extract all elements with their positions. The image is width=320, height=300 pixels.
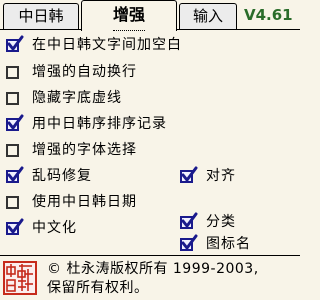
option-icon-name-checkbox[interactable] bbox=[180, 234, 198, 251]
checkmark-icon bbox=[7, 114, 24, 129]
option-cjk-sort[interactable]: 用中日韩序排序记录 bbox=[6, 113, 167, 135]
option-font-select-checkbox[interactable] bbox=[6, 143, 19, 157]
checkmark-icon bbox=[7, 35, 24, 50]
option-chinese-localize[interactable]: 中文化 bbox=[6, 217, 77, 239]
footer-divider bbox=[0, 255, 300, 256]
tab-cjk[interactable]: 中日韩 bbox=[3, 3, 79, 29]
enhance-settings-panel: 中日韩 增强 输入 V4.61 在中日韩文字间加空白 增强的自动换行 隐藏字底虚… bbox=[0, 0, 300, 300]
checkmark-icon bbox=[7, 218, 24, 233]
option-icon-name-label: 图标名 bbox=[206, 236, 251, 252]
option-align[interactable]: 对齐 bbox=[180, 165, 236, 187]
checkmark-icon bbox=[181, 234, 198, 249]
option-chinese-localize-checkbox[interactable] bbox=[6, 218, 24, 235]
option-auto-wrap-label: 增强的自动换行 bbox=[32, 64, 137, 80]
seal-logo-graphic bbox=[6, 264, 33, 292]
option-font-select[interactable]: 增强的字体选择 bbox=[6, 139, 137, 161]
version-label: V4.61 bbox=[244, 6, 293, 24]
option-chinese-localize-label: 中文化 bbox=[32, 220, 77, 236]
checkmark-icon bbox=[181, 212, 198, 227]
option-cjk-spacing[interactable]: 在中日韩文字间加空白 bbox=[6, 34, 182, 56]
checkmark-icon bbox=[181, 166, 198, 181]
option-garble-fix[interactable]: 乱码修复 bbox=[6, 165, 92, 187]
checkmark-icon bbox=[7, 166, 24, 181]
option-cjk-spacing-checkbox[interactable] bbox=[6, 35, 24, 52]
tab-input[interactable]: 输入 bbox=[179, 3, 237, 29]
tab-input-label: 输入 bbox=[192, 7, 223, 25]
option-garble-fix-label: 乱码修复 bbox=[32, 168, 92, 184]
option-font-select-label: 增强的字体选择 bbox=[32, 142, 137, 158]
option-auto-wrap[interactable]: 增强的自动换行 bbox=[6, 61, 137, 83]
seal-logo-icon bbox=[3, 261, 37, 295]
option-cjk-date-checkbox[interactable] bbox=[6, 195, 19, 209]
copyright-notice: © 杜永涛版权所有 1999-2003, 保留所有权利。 bbox=[47, 260, 299, 298]
copyright-line-2: 保留所有权利。 bbox=[47, 280, 149, 296]
option-align-label: 对齐 bbox=[206, 168, 236, 184]
option-cjk-sort-checkbox[interactable] bbox=[6, 114, 24, 131]
option-category[interactable]: 分类 bbox=[180, 211, 236, 233]
option-garble-fix-checkbox[interactable] bbox=[6, 166, 24, 183]
option-align-checkbox[interactable] bbox=[180, 166, 198, 183]
option-category-checkbox[interactable] bbox=[180, 212, 198, 229]
option-category-label: 分类 bbox=[206, 214, 236, 230]
option-auto-wrap-checkbox[interactable] bbox=[6, 65, 19, 79]
tab-enhance[interactable]: 增强 bbox=[81, 0, 177, 31]
tab-bar: 中日韩 增强 输入 V4.61 bbox=[0, 0, 300, 31]
option-hide-underline-label: 隐藏字底虚线 bbox=[32, 90, 122, 106]
option-cjk-spacing-label: 在中日韩文字间加空白 bbox=[32, 37, 182, 53]
copyright-line-1: © 杜永涛版权所有 1999-2003, bbox=[47, 261, 259, 277]
tab-enhance-label: 增强 bbox=[112, 1, 145, 31]
option-cjk-sort-label: 用中日韩序排序记录 bbox=[32, 116, 167, 132]
tab-cjk-label: 中日韩 bbox=[18, 7, 64, 25]
option-hide-underline[interactable]: 隐藏字底虚线 bbox=[6, 87, 122, 109]
option-hide-underline-checkbox[interactable] bbox=[6, 91, 19, 105]
option-cjk-date[interactable]: 使用中日韩日期 bbox=[6, 191, 137, 213]
option-cjk-date-label: 使用中日韩日期 bbox=[32, 194, 137, 210]
option-icon-name[interactable]: 图标名 bbox=[180, 233, 251, 255]
